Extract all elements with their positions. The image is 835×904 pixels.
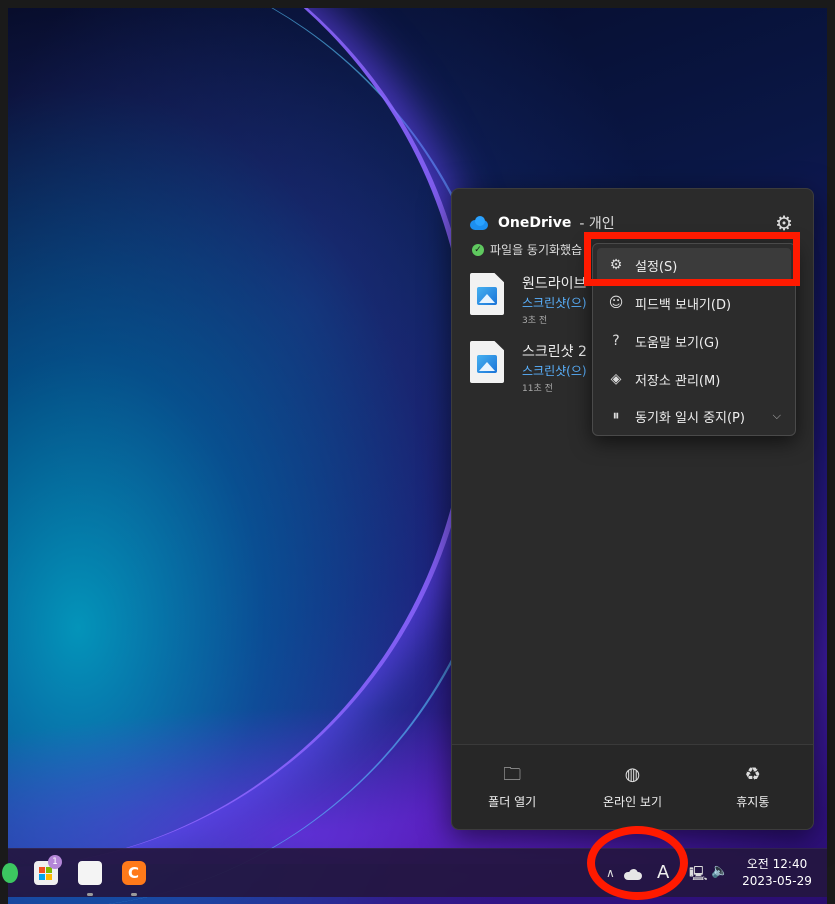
green-app-icon[interactable] — [2, 863, 18, 883]
menu-item-pause-sync[interactable]: ⏸ 동기화 일시 중지(P) ⌵ — [597, 399, 791, 433]
settings-context-menu: ⚙ 설정(S) ☺ 피드백 보내기(D) ? 도움말 보기(G) ◈ 저장소 관… — [592, 243, 796, 436]
view-online-label: 온라인 보기 — [602, 794, 662, 809]
recent-file-item[interactable]: 스크린샷 2 스크린샷(으) 11초 전 — [470, 341, 587, 394]
pause-icon: ⏸ — [612, 408, 620, 424]
ime-indicator[interactable]: A — [657, 862, 669, 883]
menu-item-settings[interactable]: ⚙ 설정(S) — [597, 248, 791, 282]
folder-icon: 🗀 — [503, 763, 522, 785]
recycle-bin-icon: ♻ — [744, 763, 761, 785]
onedrive-account-type: - 개인 — [579, 216, 615, 232]
file-location-link[interactable]: 스크린샷(으) — [522, 362, 587, 379]
check-icon: ✓ — [472, 243, 484, 256]
menu-item-label: 설정(S) — [635, 259, 678, 275]
clock-time: 오전 12:40 — [746, 857, 808, 871]
open-folder-button[interactable]: 🗀 폴더 열기 — [452, 745, 572, 829]
recycle-bin-label: 휴지통 — [736, 794, 770, 809]
onedrive-tray-icon[interactable] — [624, 869, 642, 880]
running-indicator — [87, 893, 93, 896]
menu-item-label: 도움말 보기(G) — [635, 335, 720, 351]
recent-file-item[interactable]: 원드라이브 스크린샷(으) 3초 전 — [470, 273, 587, 326]
c-app-icon[interactable]: C — [122, 861, 146, 885]
menu-item-label: 저장소 관리(M) — [635, 373, 721, 389]
volume-icon[interactable]: 🔈 — [711, 863, 728, 879]
clock-date: 2023-05-29 — [742, 874, 812, 888]
snipping-tool-icon[interactable] — [78, 861, 102, 885]
network-icon[interactable]: 🖳 — [689, 863, 708, 887]
open-folder-label: 폴더 열기 — [488, 794, 537, 809]
sync-status-text: 파일을 동기화했습 — [490, 243, 583, 257]
menu-item-manage-storage[interactable]: ◈ 저장소 관리(M) — [597, 362, 791, 396]
menu-item-label: 피드백 보내기(D) — [635, 297, 732, 313]
view-online-button[interactable]: ◍ 온라인 보기 — [572, 745, 692, 829]
feedback-icon: ☺ — [608, 295, 624, 311]
taskbar: 1 C ∧ A 🖳 🔈 오전 12:40 2023-05-29 — [2, 848, 827, 897]
menu-item-send-feedback[interactable]: ☺ 피드백 보내기(D) — [597, 286, 791, 320]
store-badge: 1 — [48, 855, 62, 869]
onedrive-cloud-icon — [468, 216, 490, 230]
onedrive-header: OneDrive - 개인 — [468, 213, 615, 233]
menu-item-help[interactable]: ? 도움말 보기(G) — [597, 324, 791, 358]
running-indicator — [131, 893, 137, 896]
onedrive-title: OneDrive — [498, 215, 572, 231]
chevron-down-icon: ⌵ — [772, 409, 781, 422]
file-time: 11초 전 — [522, 384, 553, 394]
file-time: 3초 전 — [522, 316, 548, 326]
show-hidden-icons-button[interactable]: ∧ — [606, 866, 615, 880]
menu-item-label: 동기화 일시 중지(P) — [635, 410, 745, 426]
file-name: 원드라이브 — [522, 276, 587, 292]
onedrive-footer: 🗀 폴더 열기 ◍ 온라인 보기 ♻ 휴지통 — [452, 744, 813, 829]
recycle-bin-button[interactable]: ♻ 휴지통 — [693, 745, 813, 829]
sync-status: ✓ 파일을 동기화했습 — [472, 241, 582, 258]
clock[interactable]: 오전 12:40 2023-05-29 — [736, 856, 818, 890]
globe-icon: ◍ — [624, 763, 641, 785]
help-icon: ? — [612, 333, 620, 349]
file-name: 스크린샷 2 — [522, 344, 587, 360]
image-file-icon — [470, 341, 504, 383]
gear-icon: ⚙ — [609, 257, 623, 273]
image-file-icon — [470, 273, 504, 315]
layers-icon: ◈ — [610, 371, 622, 387]
settings-gear-button[interactable]: ⚙ — [775, 211, 793, 235]
file-location-link[interactable]: 스크린샷(으) — [522, 294, 587, 311]
